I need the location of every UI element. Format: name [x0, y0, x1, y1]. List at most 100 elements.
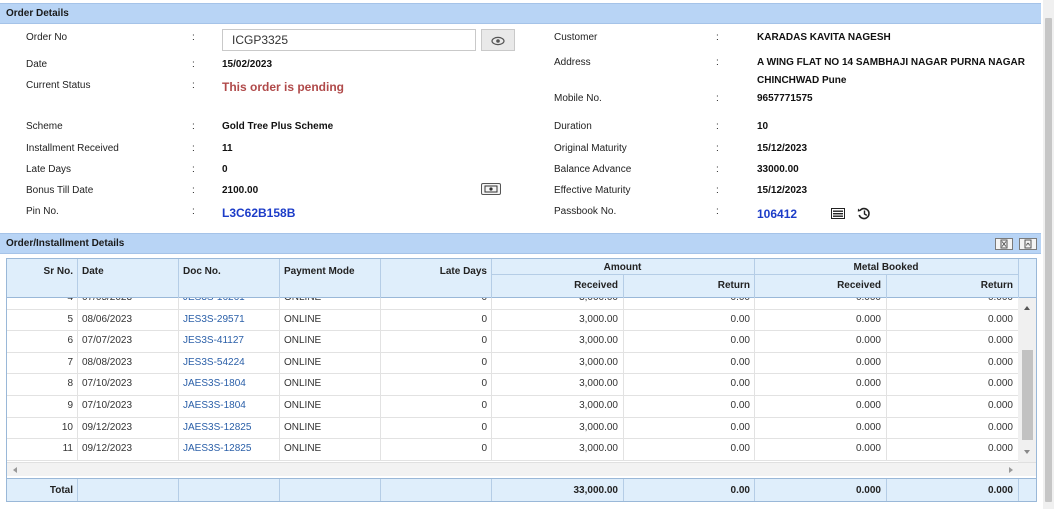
cell-payment-mode: ONLINE — [284, 313, 322, 325]
cell-amount-return: 0.00 — [730, 356, 750, 368]
col-date[interactable]: Date — [82, 266, 104, 277]
table-row[interactable]: 9 07/10/2023 JAES3S-1804 ONLINE 0 3,000.00 0.0… — [7, 396, 1018, 418]
order-no-label: Order No — [26, 32, 68, 43]
colon: : — [192, 143, 195, 154]
grid-vertical-scrollbar[interactable] — [1018, 298, 1036, 462]
export-excel-button[interactable] — [995, 238, 1013, 253]
cell-late-days: 0 — [481, 443, 487, 455]
cell-amount-received: 3,000.00 — [579, 313, 618, 325]
cell-amount-return: 0.00 — [730, 443, 750, 455]
cell-amount-return: 0.00 — [730, 335, 750, 347]
scroll-left-icon[interactable] — [10, 464, 20, 476]
duration-value: 10 — [757, 121, 769, 132]
table-row[interactable]: 6 07/07/2023 JES3S-41127 ONLINE 0 3,000.00 0.0… — [7, 331, 1018, 353]
table-row[interactable]: 10 09/12/2023 JAES3S-12825 ONLINE 0 3,000.00 0… — [7, 417, 1018, 440]
colon: : — [716, 185, 719, 196]
original-maturity-value: 15/12/2023 — [757, 143, 808, 154]
table-row[interactable]: 11 09/12/2023 JAES3S-12825 ONLINE 0 3,000.00 0… — [7, 439, 1018, 461]
col-sr-no[interactable]: Sr No. — [7, 266, 73, 277]
grid-scroll-thumb[interactable] — [1022, 350, 1033, 440]
scroll-down-icon[interactable] — [1018, 447, 1036, 457]
money-icon — [484, 185, 498, 193]
table-row[interactable]: 4 07/05/2023 JES3S-16261 ONLINE0 3,000.00 0.0… — [7, 298, 1018, 310]
colon: : — [716, 32, 719, 43]
col-late-days[interactable]: Late Days — [380, 266, 487, 277]
cell-doc-no[interactable]: JAES3S-12825 — [183, 422, 278, 433]
col-payment-mode[interactable]: Payment Mode — [284, 266, 355, 277]
cell-amount-return: 0.00 — [730, 378, 750, 390]
date-label: Date — [26, 59, 48, 70]
order-no-input[interactable] — [222, 29, 476, 51]
date-value: 15/02/2023 — [222, 59, 273, 70]
address-label: Address — [554, 57, 591, 68]
cell-payment-mode: ONLINE — [284, 378, 322, 390]
total-metal-return: 0.000 — [987, 485, 1013, 496]
installment-received-label: Installment Received — [26, 143, 119, 154]
cell-date: 07/10/2023 — [82, 378, 133, 390]
view-order-button[interactable] — [481, 29, 515, 51]
cell-metal-received: 0.000 — [855, 443, 881, 455]
colon: : — [192, 164, 195, 175]
passbook-no-value: 106412 — [757, 207, 798, 221]
order-details-header: Order Details — [0, 3, 1041, 24]
cell-sr-no: 8 — [67, 378, 73, 390]
table-row[interactable]: 5 08/06/2023 JES3S-29571 ONLINE 0 3,000.00 0.0… — [7, 309, 1018, 332]
colon: : — [192, 32, 195, 43]
cell-late-days: 0 — [481, 313, 487, 325]
cell-late-days: 0 — [481, 335, 487, 347]
cell-doc-no[interactable]: JES3S-41127 — [183, 335, 278, 346]
table-row[interactable]: 7 08/08/2023 JES3S-54224 ONLINE 0 3,000.00 0.0… — [7, 352, 1018, 375]
cell-metal-received: 0.000 — [855, 400, 881, 411]
passbook-button[interactable] — [831, 208, 845, 222]
colon: : — [192, 185, 195, 196]
cell-amount-received: 3,000.00 — [579, 400, 618, 411]
scroll-up-icon[interactable] — [1018, 303, 1036, 313]
table-row[interactable]: 8 07/10/2023 JAES3S-1804 ONLINE 0 3,000.00 0.0… — [7, 374, 1018, 396]
cell-doc-no[interactable]: JES3S-29571 — [183, 314, 278, 325]
cell-metal-return: 0.000 — [987, 443, 1013, 455]
cell-metal-return: 0.000 — [987, 378, 1013, 390]
cell-late-days: 0 — [481, 378, 487, 390]
colon: : — [716, 164, 719, 175]
cell-metal-return: 0.000 — [987, 356, 1013, 368]
installment-received-value: 11 — [222, 143, 233, 154]
cell-metal-return: 0.000 — [987, 335, 1013, 347]
scheme-label: Scheme — [26, 121, 63, 132]
col-metal-return[interactable]: Return — [886, 280, 1013, 291]
cell-amount-return: 0.00 — [730, 313, 750, 325]
bonus-details-button[interactable] — [481, 183, 501, 195]
grid-horizontal-scrollbar[interactable] — [7, 462, 1036, 476]
page-scroll-thumb[interactable] — [1045, 18, 1052, 502]
cell-doc-no[interactable]: JAES3S-1804 — [183, 400, 278, 411]
cell-metal-received: 0.000 — [855, 378, 881, 390]
history-button[interactable] — [857, 207, 871, 223]
cell-metal-return: 0.000 — [987, 400, 1013, 411]
original-maturity-label: Original Maturity — [554, 143, 627, 154]
scroll-right-icon[interactable] — [1006, 464, 1016, 476]
cell-doc-no[interactable]: JAES3S-1804 — [183, 378, 278, 389]
cell-doc-no[interactable]: JES3S-16261 — [183, 298, 278, 303]
cell-sr-no: 11 — [62, 443, 73, 455]
customer-value: KARADAS KAVITA NAGESH — [757, 32, 891, 43]
bonus-till-date-label: Bonus Till Date — [26, 185, 94, 196]
col-metal-received[interactable]: Received — [754, 280, 881, 291]
colon: : — [716, 143, 719, 154]
cell-doc-no[interactable]: JES3S-54224 — [183, 357, 278, 368]
col-amount-received[interactable]: Received — [491, 280, 618, 291]
cell-sr-no: 6 — [67, 335, 73, 347]
current-status-label: Current Status — [26, 80, 91, 91]
export-pdf-button[interactable] — [1019, 238, 1037, 253]
col-amount-return[interactable]: Return — [623, 280, 750, 291]
page-vertical-scrollbar[interactable] — [1043, 0, 1054, 509]
duration-label: Duration — [554, 121, 592, 132]
effective-maturity-label: Effective Maturity — [554, 185, 631, 196]
col-doc-no[interactable]: Doc No. — [183, 266, 221, 277]
cell-amount-return: 0.00 — [623, 298, 750, 303]
cell-date: 08/08/2023 — [82, 356, 133, 368]
cell-amount-received: 3,000.00 — [579, 443, 618, 455]
cell-date: 07/07/2023 — [82, 335, 133, 347]
cell-sr-no: 10 — [61, 421, 73, 433]
cell-doc-no[interactable]: JAES3S-12825 — [183, 443, 278, 454]
cell-sr-no: 9 — [67, 400, 73, 411]
cell-date: 07/10/2023 — [82, 400, 133, 411]
